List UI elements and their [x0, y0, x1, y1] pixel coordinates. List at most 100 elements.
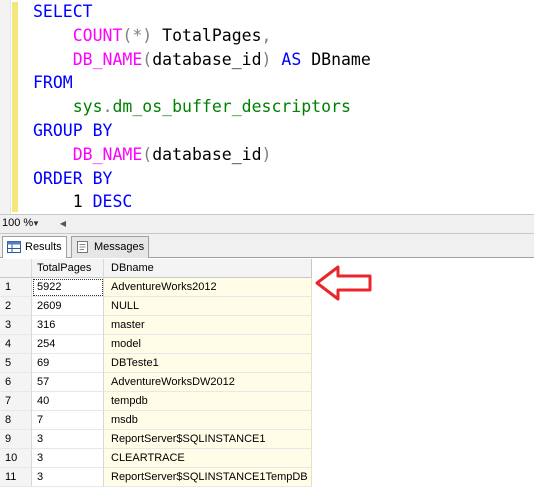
- sql-editor[interactable]: SELECT COUNT(*) TotalPages, DB_NAME(data…: [0, 0, 534, 214]
- dbname-cell[interactable]: AdventureWorks2012: [104, 278, 312, 297]
- column-header-totalpages[interactable]: TotalPages: [32, 259, 104, 278]
- row-number-cell[interactable]: 7: [0, 392, 32, 411]
- totalpages-cell[interactable]: 3: [32, 468, 104, 487]
- row-number-cell[interactable]: 5: [0, 354, 32, 373]
- row-number-cell[interactable]: 1: [0, 278, 32, 297]
- code-token: FROM: [33, 73, 73, 93]
- messages-icon: [77, 241, 88, 253]
- zoom-level[interactable]: 100 %: [2, 217, 33, 229]
- results-tabbar: Results Messages: [0, 234, 534, 259]
- annotation-arrow-icon: [315, 265, 372, 301]
- code-line[interactable]: SELECT: [33, 0, 371, 24]
- code-token: (*): [122, 25, 153, 45]
- dbname-cell[interactable]: tempdb: [104, 392, 312, 411]
- scroll-left-icon[interactable]: ◀: [58, 218, 68, 230]
- row-number-cell[interactable]: 2: [0, 297, 32, 316]
- table-row[interactable]: 8 7 msdb: [0, 411, 320, 430]
- table-row[interactable]: 3 316 master: [0, 316, 320, 335]
- code-token: AS: [271, 49, 302, 69]
- table-row[interactable]: 10 3 CLEARTRACE: [0, 449, 320, 468]
- code-token: GROUP BY: [33, 120, 113, 140]
- code-token: database_id: [152, 144, 262, 164]
- code-token: (: [142, 144, 153, 164]
- horizontal-scrollbar[interactable]: [72, 219, 532, 229]
- code-token: .: [102, 97, 113, 117]
- dbname-cell[interactable]: AdventureWorksDW2012: [104, 373, 312, 392]
- code-token: DB_NAME: [72, 144, 143, 164]
- dbname-cell[interactable]: master: [104, 316, 312, 335]
- table-row[interactable]: 4 254 model: [0, 335, 320, 354]
- row-number-cell[interactable]: 10: [0, 449, 32, 468]
- totalpages-cell[interactable]: 5922: [32, 278, 104, 297]
- grid-icon: [7, 241, 21, 253]
- totalpages-cell[interactable]: 2609: [32, 297, 104, 316]
- table-row[interactable]: 6 57 AdventureWorksDW2012: [0, 373, 320, 392]
- table-row[interactable]: 11 3 ReportServer$SQLINSTANCE1TempDB: [0, 468, 320, 487]
- code-line[interactable]: DB_NAME(database_id): [33, 143, 371, 167]
- table-row[interactable]: 2 2609 NULL: [0, 297, 320, 316]
- code-token: DBname: [301, 49, 371, 69]
- code-token: (: [142, 49, 153, 69]
- column-header-dbname[interactable]: DBname: [104, 259, 312, 278]
- row-number-cell[interactable]: 11: [0, 468, 32, 487]
- tab-messages[interactable]: Messages: [71, 236, 150, 258]
- totalpages-cell[interactable]: 40: [32, 392, 104, 411]
- totalpages-cell[interactable]: 69: [32, 354, 104, 373]
- row-number-cell[interactable]: 4: [0, 335, 32, 354]
- row-number-cell[interactable]: 3: [0, 316, 32, 335]
- code-line[interactable]: COUNT(*) TotalPages,: [33, 24, 371, 48]
- row-number-cell[interactable]: 9: [0, 430, 32, 449]
- code-token: database_id: [152, 49, 262, 69]
- changed-lines-marker: [12, 2, 18, 212]
- code-token: ): [261, 144, 272, 164]
- dbname-cell[interactable]: NULL: [104, 297, 312, 316]
- totalpages-cell[interactable]: 316: [32, 316, 104, 335]
- totalpages-cell[interactable]: 3: [32, 430, 104, 449]
- code-token: 1: [72, 192, 83, 212]
- totalpages-cell[interactable]: 57: [32, 373, 104, 392]
- code-token: ): [261, 49, 272, 69]
- code-line[interactable]: 1 DESC: [33, 190, 371, 214]
- code-token: dm_os_buffer_descriptors: [112, 97, 351, 117]
- table-row[interactable]: 5 69 DBTeste1: [0, 354, 320, 373]
- code-token: TotalPages: [152, 25, 262, 45]
- grid-header-row: TotalPages DBname: [0, 259, 320, 278]
- dbname-cell[interactable]: DBTeste1: [104, 354, 312, 373]
- dbname-cell[interactable]: model: [104, 335, 312, 354]
- code-token: ,: [261, 25, 272, 45]
- editor-margin: [0, 0, 11, 214]
- sql-code[interactable]: SELECT COUNT(*) TotalPages, DB_NAME(data…: [33, 0, 371, 214]
- editor-status-strip: 100 % ▼ ◀: [0, 214, 534, 234]
- code-line[interactable]: FROM: [33, 71, 371, 95]
- table-row[interactable]: 9 3 ReportServer$SQLINSTANCE1: [0, 430, 320, 449]
- dbname-cell[interactable]: ReportServer$SQLINSTANCE1TempDB: [104, 468, 312, 487]
- code-line[interactable]: DB_NAME(database_id) AS DBname: [33, 48, 371, 72]
- zoom-dropdown-icon[interactable]: ▼: [30, 218, 42, 230]
- tab-messages-label: Messages: [94, 241, 145, 253]
- dbname-cell[interactable]: ReportServer$SQLINSTANCE1: [104, 430, 312, 449]
- grid-corner[interactable]: [0, 259, 32, 278]
- code-token: SELECT: [33, 2, 93, 21]
- code-line[interactable]: sys.dm_os_buffer_descriptors: [33, 95, 371, 119]
- dbname-cell[interactable]: CLEARTRACE: [104, 449, 312, 468]
- code-line[interactable]: GROUP BY: [33, 119, 371, 143]
- table-row[interactable]: 7 40 tempdb: [0, 392, 320, 411]
- table-row[interactable]: 1 5922 AdventureWorks2012: [0, 278, 320, 297]
- dbname-cell[interactable]: msdb: [104, 411, 312, 430]
- code-line[interactable]: ORDER BY: [33, 167, 371, 191]
- row-number-cell[interactable]: 6: [0, 373, 32, 392]
- totalpages-cell[interactable]: 3: [32, 449, 104, 468]
- row-number-cell[interactable]: 8: [0, 411, 32, 430]
- tab-results-label: Results: [25, 241, 62, 253]
- tab-results[interactable]: Results: [2, 236, 67, 259]
- code-token: COUNT: [72, 25, 123, 45]
- results-grid[interactable]: TotalPages DBname 1 5922 AdventureWorks201…: [0, 258, 534, 489]
- totalpages-cell[interactable]: 254: [32, 335, 104, 354]
- code-token: sys: [72, 97, 103, 117]
- code-token: DESC: [82, 192, 133, 212]
- totalpages-cell[interactable]: 7: [32, 411, 104, 430]
- code-token: DB_NAME: [72, 49, 143, 69]
